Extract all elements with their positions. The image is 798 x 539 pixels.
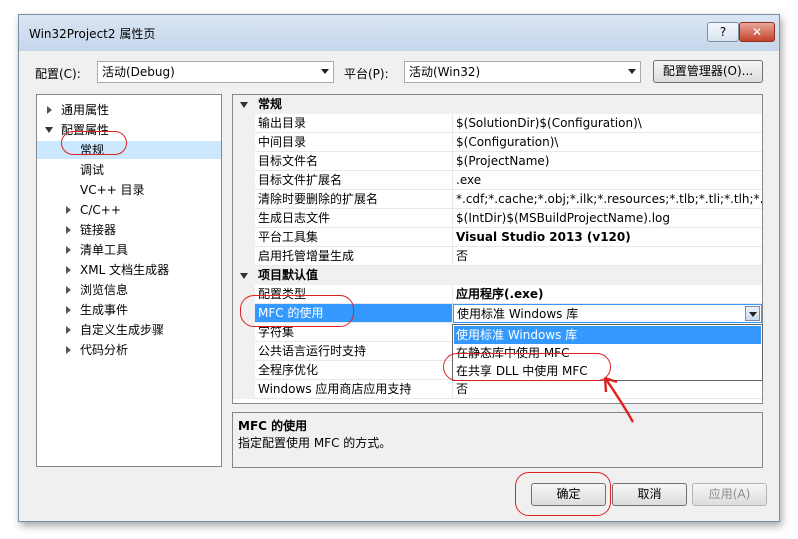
property-row[interactable]: 生成日志文件 $(IntDir)$(MSBuildProjectName).lo…: [233, 209, 762, 228]
tree-item-linker[interactable]: 链接器: [37, 221, 221, 239]
config-select[interactable]: 活动(Debug): [97, 61, 334, 83]
dropdown-option[interactable]: 使用标准 Windows 库: [454, 326, 761, 344]
property-value[interactable]: $(Configuration)\: [453, 133, 762, 152]
config-select-value: 活动(Debug): [102, 65, 175, 79]
annotation-circle: [240, 295, 354, 327]
tree-item-manifest-tool[interactable]: 清单工具: [37, 241, 221, 259]
property-name: 启用托管增量生成: [255, 247, 453, 266]
tree-item-debugging[interactable]: 调试: [37, 161, 221, 179]
property-row[interactable]: 目标文件名 $(ProjectName): [233, 152, 762, 171]
property-row[interactable]: 平台工具集 Visual Studio 2013 (v120): [233, 228, 762, 247]
property-value[interactable]: $(SolutionDir)$(Configuration)\: [453, 114, 762, 133]
tree-item-c-cpp[interactable]: C/C++: [37, 201, 221, 219]
property-name: 平台工具集: [255, 228, 453, 247]
property-name: 目标文件扩展名: [255, 171, 453, 190]
collapse-arrow-icon[interactable]: [240, 102, 248, 108]
tree-item-label: 链接器: [80, 223, 117, 237]
close-button[interactable]: ✕: [739, 22, 775, 42]
property-name: 全程序优化: [255, 361, 453, 380]
category-project-defaults[interactable]: 项目默认值: [233, 266, 762, 285]
expand-arrow-icon[interactable]: [66, 266, 71, 274]
property-row[interactable]: 清除时要删除的扩展名 *.cdf;*.cache;*.obj;*.ilk;*.r…: [233, 190, 762, 209]
property-row[interactable]: 启用托管增量生成 否: [233, 247, 762, 266]
config-manager-button[interactable]: 配置管理器(O)...: [653, 60, 763, 83]
category-label: 项目默认值: [258, 268, 319, 282]
expand-arrow-icon[interactable]: [66, 346, 71, 354]
tree-item-label: 清单工具: [80, 243, 129, 257]
tree-item-custom-build-step[interactable]: 自定义生成步骤: [37, 321, 221, 339]
tree-item-code-analysis[interactable]: 代码分析: [37, 341, 221, 359]
property-value[interactable]: $(IntDir)$(MSBuildProjectName).log: [453, 209, 762, 228]
category-general[interactable]: 常规: [233, 95, 762, 114]
expand-arrow-icon[interactable]: [66, 306, 71, 314]
expand-arrow-icon[interactable]: [66, 206, 71, 214]
tree-item-label: 通用属性: [61, 103, 110, 117]
property-name: 中间目录: [255, 133, 453, 152]
tree-item-browse-info[interactable]: 浏览信息: [37, 281, 221, 299]
cancel-button[interactable]: 取消: [612, 483, 687, 506]
expand-arrow-icon[interactable]: [47, 106, 52, 114]
property-name: 生成日志文件: [255, 209, 453, 228]
platform-select-value: 活动(Win32): [409, 65, 481, 79]
property-value[interactable]: $(ProjectName): [453, 152, 762, 171]
property-value[interactable]: .exe: [453, 171, 762, 190]
chevron-down-icon: [628, 69, 636, 74]
tree-item-label: 代码分析: [80, 343, 129, 357]
property-row[interactable]: 中间目录 $(Configuration)\: [233, 133, 762, 152]
tree-item-common-properties[interactable]: 通用属性: [37, 101, 221, 119]
property-value[interactable]: 应用程序(.exe): [453, 285, 762, 304]
expand-arrow-icon[interactable]: [66, 226, 71, 234]
tree-item-label: 自定义生成步骤: [80, 323, 165, 337]
tree-item-label: VC++ 目录: [80, 183, 145, 197]
expand-arrow-icon[interactable]: [66, 326, 71, 334]
title-bar[interactable]: Win32Project2 属性页 ? ✕: [19, 15, 779, 51]
chevron-down-icon: [749, 312, 757, 317]
property-value[interactable]: *.cdf;*.cache;*.obj;*.ilk;*.resources;*.…: [453, 190, 762, 209]
property-name: 清除时要删除的扩展名: [255, 190, 453, 209]
annotation-circle: [61, 131, 127, 155]
mfc-use-value: 使用标准 Windows 库: [457, 307, 579, 321]
tree-item-label: 浏览信息: [80, 283, 129, 297]
property-row[interactable]: Windows 应用商店应用支持 否: [233, 380, 762, 399]
description-text: 指定配置使用 MFC 的方式。: [238, 436, 392, 450]
annotation-circle: [443, 353, 611, 381]
properties-dialog: Win32Project2 属性页 ? ✕ 配置(C): 活动(Debug) 平…: [18, 14, 780, 522]
mfc-use-combo[interactable]: 使用标准 Windows 库: [453, 304, 762, 323]
tree-item-xml-doc-generator[interactable]: XML 文档生成器: [37, 261, 221, 279]
annotation-arrow-icon: [603, 376, 635, 423]
tree-item-label: XML 文档生成器: [80, 263, 170, 277]
property-name: 目标文件名: [255, 152, 453, 171]
apply-button[interactable]: 应用(A): [692, 483, 767, 506]
chevron-down-icon: [321, 69, 329, 74]
property-name: 公共语言运行时支持: [255, 342, 453, 361]
expand-arrow-icon[interactable]: [66, 246, 71, 254]
collapse-arrow-icon[interactable]: [240, 273, 248, 279]
help-button[interactable]: ?: [707, 22, 739, 42]
config-label: 配置(C):: [35, 67, 81, 81]
window-title: Win32Project2 属性页: [29, 27, 156, 41]
platform-select[interactable]: 活动(Win32): [404, 61, 641, 83]
property-value[interactable]: 否: [453, 247, 762, 266]
description-panel: MFC 的使用 指定配置使用 MFC 的方式。: [232, 412, 763, 468]
category-label: 常规: [258, 97, 283, 111]
tree-item-label: C/C++: [80, 203, 121, 217]
annotation-circle: [515, 472, 611, 516]
dropdown-button[interactable]: [745, 306, 760, 321]
property-name: 输出目录: [255, 114, 453, 133]
expand-arrow-icon[interactable]: [66, 286, 71, 294]
platform-label: 平台(P):: [344, 67, 389, 81]
description-title: MFC 的使用: [238, 419, 308, 433]
collapse-arrow-icon[interactable]: [45, 127, 53, 133]
tree-item-vc-directories[interactable]: VC++ 目录: [37, 181, 221, 199]
tree-item-label: 生成事件: [80, 303, 129, 317]
property-name: Windows 应用商店应用支持: [255, 380, 453, 399]
property-value[interactable]: Visual Studio 2013 (v120): [453, 228, 762, 247]
property-row[interactable]: 输出目录 $(SolutionDir)$(Configuration)\: [233, 114, 762, 133]
property-row[interactable]: 目标文件扩展名 .exe: [233, 171, 762, 190]
tree-item-build-events[interactable]: 生成事件: [37, 301, 221, 319]
tree-item-label: 调试: [80, 163, 105, 177]
